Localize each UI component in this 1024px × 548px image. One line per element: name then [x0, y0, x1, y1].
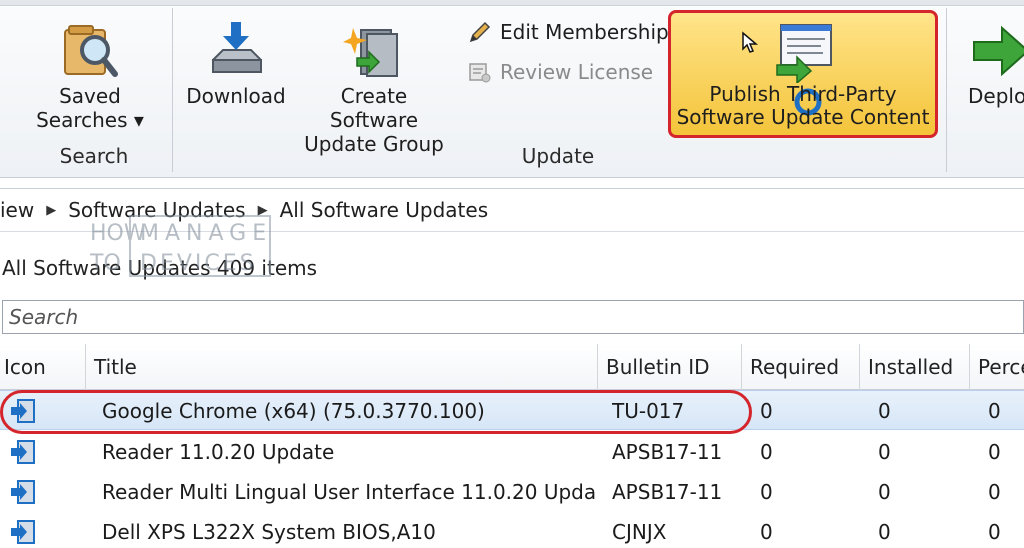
download-button[interactable]: Download [186, 20, 286, 108]
update-group-label: Update [521, 144, 595, 168]
table-row[interactable]: Reader 11.0.20 Update APSB17-11 0 0 0 [0, 432, 1024, 472]
column-header-required[interactable]: Required [742, 344, 860, 390]
create-group-label-1: Create Software [329, 84, 419, 132]
cell-bulletin-id: CJNJX [612, 520, 667, 544]
cell-percent: 0 [988, 399, 1001, 423]
group-separator [946, 8, 947, 172]
watermark-to: TO [90, 251, 121, 276]
publish-label-2: Software Update Content [676, 105, 930, 129]
group-separator [172, 8, 173, 172]
edit-membership-button[interactable]: Edit Membership [468, 20, 669, 44]
create-software-update-group-button[interactable]: Create Software Update Group [296, 20, 452, 156]
saved-searches-label-2: Searches ▾ [36, 108, 144, 132]
watermark-manage: MANAGE [140, 221, 272, 246]
license-icon [469, 63, 491, 83]
create-update-group-icon [343, 28, 398, 77]
cell-title: Reader Multi Lingual User Interface 11.0… [102, 480, 596, 504]
breadcrumb-arrow-icon: ▶ [46, 202, 57, 218]
deploy-label: Deplo [968, 84, 1024, 108]
create-group-label-2: Update Group [304, 132, 444, 156]
breadcrumb-all-software-updates[interactable]: All Software Updates [268, 198, 501, 222]
cell-bulletin-id: TU-017 [612, 399, 685, 423]
edit-membership-label: Edit Membership [500, 20, 669, 44]
saved-searches-icon [64, 25, 118, 77]
cell-percent: 0 [988, 440, 1001, 464]
cell-required: 0 [760, 480, 773, 504]
column-header-icon[interactable]: Icon [0, 344, 86, 390]
watermark-devices: DEVICES [140, 251, 257, 276]
search-input[interactable]: Search [2, 300, 1024, 334]
cell-title: Google Chrome (x64) (75.0.3770.100) [102, 399, 485, 423]
watermark-logo: HOW TO MANAGE DEVICES [90, 215, 272, 277]
review-license-button[interactable]: Review License [468, 60, 653, 84]
breadcrumb-overview[interactable]: iew [0, 198, 46, 222]
column-header-title[interactable]: Title [86, 344, 598, 390]
cell-required: 0 [760, 440, 773, 464]
publish-icon [776, 24, 832, 83]
publish-label: Publish Third-Party Software Update Cont… [671, 83, 935, 129]
cell-title: Dell XPS L322X System BIOS,A10 [102, 520, 436, 544]
publish-third-party-button[interactable]: Publish Third-Party Software Update Cont… [668, 10, 938, 138]
column-header-percent[interactable]: Perce [970, 344, 1024, 390]
search-group-label: Search [59, 144, 129, 168]
cell-installed: 0 [878, 520, 891, 544]
cell-percent: 0 [988, 480, 1001, 504]
software-update-icon [11, 480, 35, 504]
cell-bulletin-id: APSB17-11 [612, 440, 723, 464]
cell-bulletin-id: APSB17-11 [612, 480, 723, 504]
download-icon [212, 22, 262, 73]
ribbon-top-edge [0, 0, 1024, 6]
download-label: Download [186, 84, 286, 108]
column-header-bulletin-id[interactable]: Bulletin ID [598, 344, 742, 390]
table-row[interactable]: Reader Multi Lingual User Interface 11.0… [0, 472, 1024, 512]
pencil-icon [469, 21, 491, 43]
publish-label-1: Publish Third-Party [709, 82, 897, 106]
ribbon: Saved Searches ▾ Search Download Create … [0, 0, 1024, 178]
table-row[interactable]: Google Chrome (x64) (75.0.3770.100) TU-0… [0, 390, 1024, 430]
cell-installed: 0 [878, 480, 891, 504]
cell-required: 0 [760, 520, 773, 544]
cell-installed: 0 [878, 399, 891, 423]
table-row[interactable]: Dell XPS L322X System BIOS,A10 CJNJX 0 0… [0, 512, 1024, 548]
mouse-pointer-icon [742, 31, 759, 53]
software-update-icon [11, 440, 35, 464]
cell-required: 0 [760, 399, 773, 423]
watermark-how: HOW [90, 221, 146, 246]
cell-installed: 0 [878, 440, 891, 464]
software-update-icon [11, 520, 35, 544]
cell-title: Reader 11.0.20 Update [102, 440, 335, 464]
saved-searches-button[interactable]: Saved Searches ▾ [34, 20, 146, 132]
updates-grid: Icon Title Bulletin ID Required Installe… [0, 344, 1024, 548]
cell-percent: 0 [988, 520, 1001, 544]
column-header-installed[interactable]: Installed [860, 344, 970, 390]
grid-header: Icon Title Bulletin ID Required Installe… [0, 344, 1024, 390]
software-update-icon [11, 399, 35, 423]
deploy-button[interactable]: Deplo [960, 20, 1024, 108]
saved-searches-label-1: Saved [59, 84, 121, 108]
review-license-label: Review License [500, 60, 654, 84]
deploy-arrow-icon [973, 25, 1024, 77]
search-placeholder: Search [9, 305, 79, 329]
